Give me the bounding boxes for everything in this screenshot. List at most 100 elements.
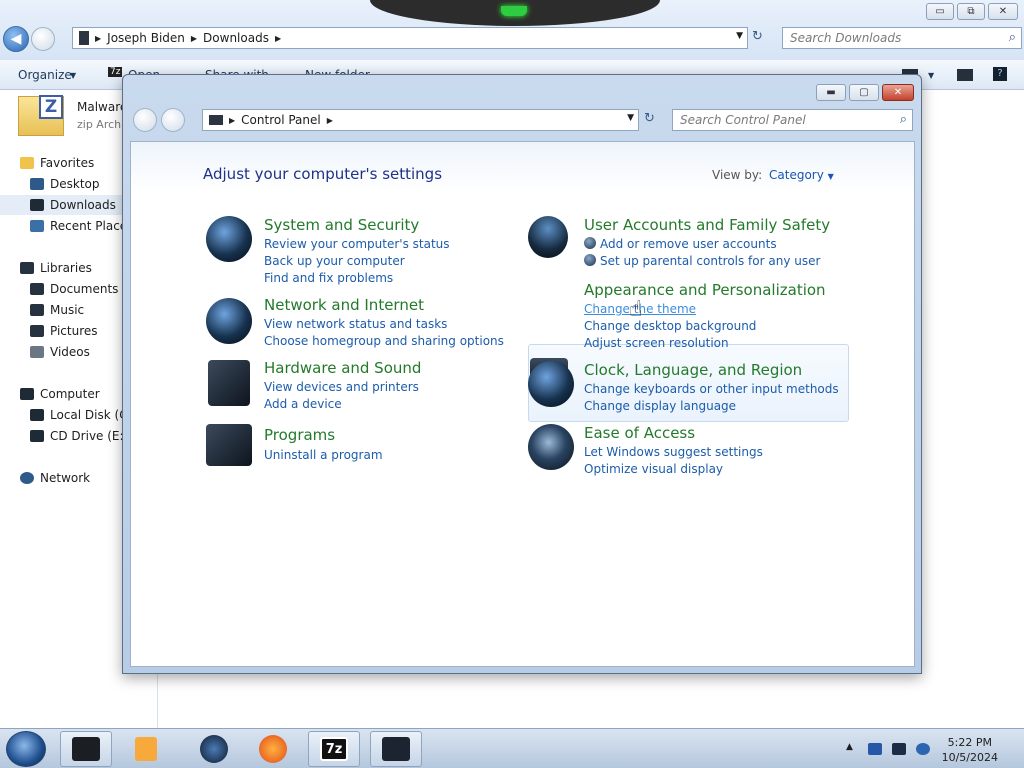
link-find-fix[interactable]: Find and fix problems [264,271,393,285]
taskbar-media-player[interactable] [120,731,172,767]
view-by-dropdown[interactable]: Category ▼ [769,168,834,182]
category-user-accounts[interactable]: User Accounts and Family Safety [584,216,830,234]
views-dropdown-icon[interactable]: ▼ [928,71,934,80]
link-desktop-background[interactable]: Change desktop background [584,319,756,333]
cp-minimize-button[interactable]: ▬ [816,84,846,101]
explorer-back-button[interactable]: ◀ [3,26,29,52]
category-system-security[interactable]: System and Security [264,216,419,234]
link-display-language[interactable]: Change display language [584,399,736,413]
cp-close-button[interactable]: ✕ [882,84,914,101]
sevenzip-small-icon: 7z [108,67,123,77]
sevenzip-icon: 7z [320,737,348,761]
address-dropdown-icon[interactable]: ▼ [736,31,743,41]
link-devices-printers[interactable]: View devices and printers [264,380,419,394]
system-security-icon[interactable] [206,216,252,262]
programs-icon[interactable] [206,424,252,466]
sidebar-computer[interactable]: Computer [20,384,100,404]
videos-icon [30,346,44,358]
cp-address-bar[interactable]: ▶ Control Panel ▶ ▼ [202,109,639,131]
file-type: zip Archi [77,118,125,131]
link-keyboards[interactable]: Change keyboards or other input methods [584,382,839,396]
category-hardware-sound[interactable]: Hardware and Sound [264,359,421,377]
sidebar-item-documents[interactable]: Documents [30,279,118,299]
taskbar: 7z ▲ 5:22 PM 10/5/2024 [0,728,1024,768]
hardware-sound-icon[interactable] [208,360,250,406]
link-suggest-settings[interactable]: Let Windows suggest settings [584,445,763,459]
category-clock-region[interactable]: Clock, Language, and Region [584,361,802,379]
category-programs[interactable]: Programs [264,426,335,444]
clock-region-icon[interactable] [528,361,574,407]
explorer-search-input[interactable]: Search Downloads ⌕ [782,27,1022,49]
sidebar-item-pictures[interactable]: Pictures [30,321,98,341]
link-network-status[interactable]: View network status and tasks [264,317,447,331]
category-ease-of-access[interactable]: Ease of Access [584,424,695,442]
sidebar-item-recent-places[interactable]: Recent Places [30,216,133,236]
chevron-down-icon: ▼ [827,172,834,181]
breadcrumb-user[interactable]: Joseph Biden [107,31,185,45]
tray-volume-icon[interactable] [916,743,930,755]
link-parental-controls[interactable]: Set up parental controls for any user [584,254,820,268]
user-accounts-icon[interactable] [528,216,568,258]
help-icon[interactable]: ? [993,67,1007,81]
explorer-forward-button[interactable] [31,27,55,51]
cp-maximize-button[interactable]: ▢ [849,84,879,101]
link-homegroup[interactable]: Choose homegroup and sharing options [264,334,504,348]
explorer-address-bar[interactable]: ▶ Joseph Biden ▶ Downloads ▶ ▼ [72,27,748,49]
cp-forward-button[interactable] [161,108,185,132]
sidebar-item-videos[interactable]: Videos [30,342,90,362]
link-uninstall-program[interactable]: Uninstall a program [264,448,383,462]
taskbar-firefox[interactable] [247,731,299,767]
link-screen-resolution[interactable]: Adjust screen resolution [584,336,729,350]
taskbar-globe[interactable] [188,731,240,767]
taskbar-clock[interactable]: 5:22 PM 10/5/2024 [942,735,998,765]
zip-file-icon[interactable]: Z [18,95,64,136]
sidebar-libraries[interactable]: Libraries [20,258,92,278]
sidebar-item-cd-drive[interactable]: CD Drive (E:) ( [30,426,137,446]
sidebar-item-local-disk[interactable]: Local Disk (C: [30,405,132,425]
tray-expand-icon[interactable]: ▲ [846,742,853,752]
cp-refresh-icon[interactable]: ↻ [644,111,655,126]
drive-icon [30,409,44,421]
link-add-remove-users[interactable]: Add or remove user accounts [584,237,777,251]
explorer-restore-button[interactable]: ⧉ [957,3,985,20]
ease-of-access-icon[interactable] [528,424,574,470]
explorer-close-button[interactable]: ✕ [988,3,1018,20]
link-review-status[interactable]: Review your computer's status [264,237,450,251]
link-back-up[interactable]: Back up your computer [264,254,405,268]
tray-flag-icon[interactable] [868,743,882,755]
cp-back-button[interactable] [133,108,157,132]
taskbar-explorer[interactable] [60,731,112,767]
organize-dropdown-icon: ▼ [70,71,77,80]
explorer-minimize-button[interactable]: ▭ [926,3,954,20]
pictures-icon [30,325,44,337]
sidebar-item-desktop[interactable]: Desktop [30,174,100,194]
organize-menu[interactable]: Organize [18,68,72,82]
breadcrumb-downloads[interactable]: Downloads [203,31,269,45]
uac-shield-icon [584,237,596,249]
sidebar-item-music[interactable]: Music [30,300,84,320]
category-network-internet[interactable]: Network and Internet [264,296,424,314]
preview-pane-icon[interactable] [957,69,973,81]
category-appearance[interactable]: Appearance and Personalization [584,281,826,299]
file-name[interactable]: Malware [77,100,127,114]
control-panel-window: ▬ ▢ ✕ ▶ Control Panel ▶ ▼ ↻ Search Contr… [122,74,922,674]
taskbar-7zip[interactable]: 7z [308,731,360,767]
link-add-device[interactable]: Add a device [264,397,342,411]
sidebar-network[interactable]: Network [20,468,90,488]
network-internet-icon[interactable] [206,298,252,344]
recent-places-icon [30,220,44,232]
link-optimize-display[interactable]: Optimize visual display [584,462,723,476]
explorer-refresh-icon[interactable]: ↻ [752,29,763,44]
computer-icon [79,31,89,45]
cp-search-input[interactable]: Search Control Panel ⌕ [672,109,913,131]
start-button[interactable] [6,731,46,767]
breadcrumb-control-panel[interactable]: Control Panel [241,113,321,127]
tray-network-icon[interactable] [892,743,906,755]
notch-light [501,6,527,16]
view-by-label: View by: [712,168,763,182]
network-icon [20,472,34,484]
firefox-icon [259,735,287,763]
sidebar-favorites[interactable]: Favorites [20,153,94,173]
cp-address-dropdown-icon[interactable]: ▼ [627,113,634,123]
taskbar-control-panel[interactable] [370,731,422,767]
